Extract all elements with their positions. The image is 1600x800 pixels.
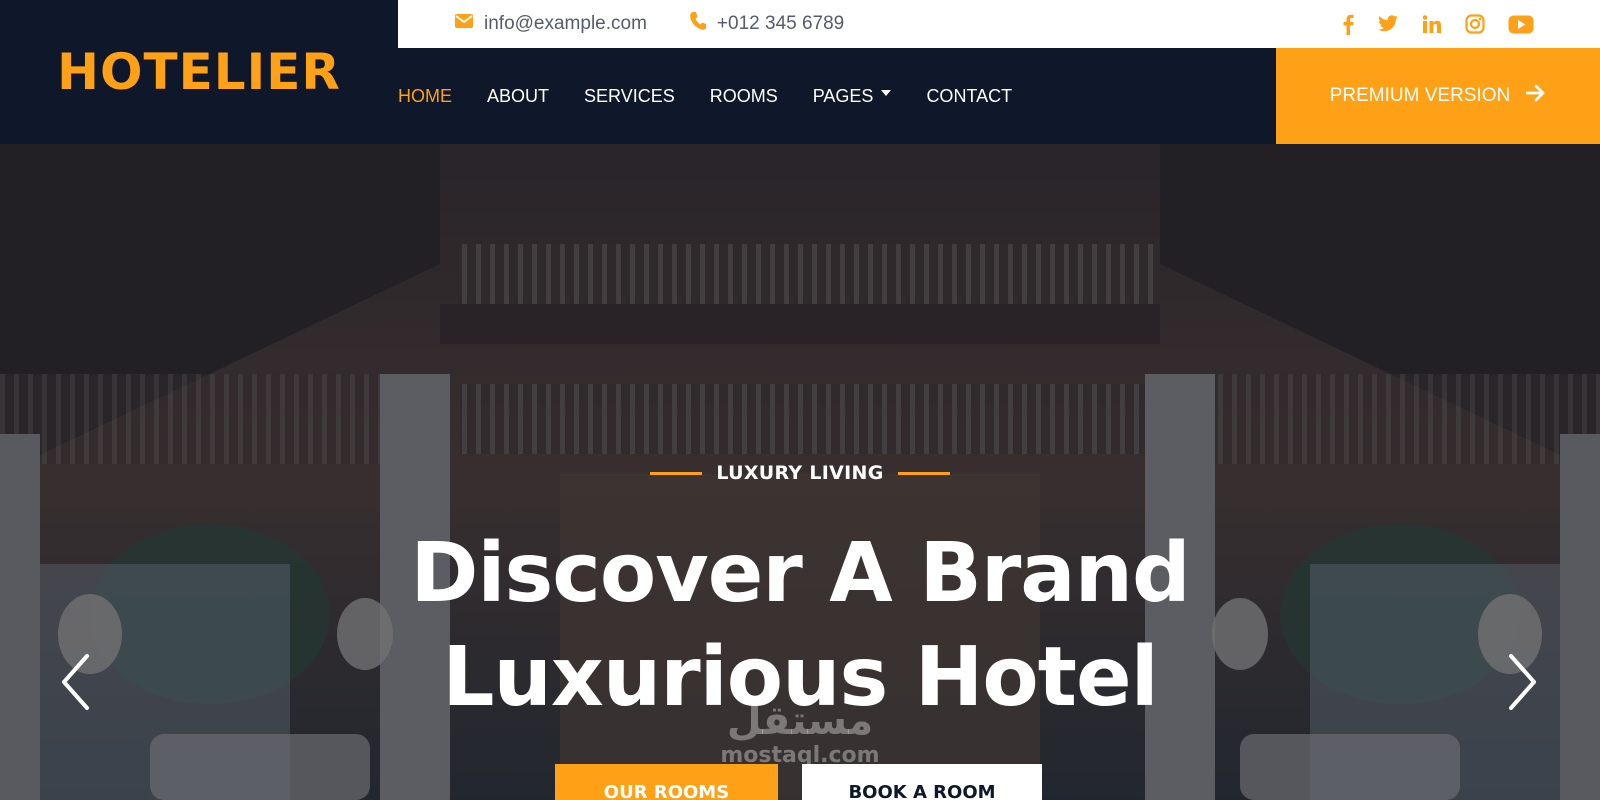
youtube-icon[interactable] xyxy=(1508,12,1534,36)
carousel-next-button[interactable] xyxy=(1498,653,1548,716)
nav-item-home[interactable]: HOME xyxy=(398,86,452,107)
instagram-icon[interactable] xyxy=(1465,12,1485,36)
watermark: مستقل mostaql.com xyxy=(700,699,900,769)
chevron-right-icon xyxy=(1507,653,1539,716)
arrow-right-icon xyxy=(1510,84,1546,108)
watermark-logo: مستقل xyxy=(726,698,874,744)
phone-text: +012 345 6789 xyxy=(716,13,845,34)
facebook-icon[interactable] xyxy=(1342,12,1354,36)
eyebrow-text: LUXURY LIVING xyxy=(716,462,884,484)
hero-eyebrow: LUXURY LIVING xyxy=(0,462,1600,484)
our-rooms-button[interactable]: OUR ROOMS xyxy=(555,764,778,800)
hero-carousel: LUXURY LIVING Discover A Brand Luxurious… xyxy=(0,144,1600,800)
eyebrow-line-right xyxy=(897,471,950,475)
eyebrow-line-left xyxy=(650,471,703,475)
contact-phone: +012 345 6789 xyxy=(689,11,844,37)
email-text: info@example.com xyxy=(484,13,647,34)
headline-line-1: Discover A Brand xyxy=(410,526,1190,621)
nav-item-pages[interactable]: PAGES xyxy=(813,86,892,107)
twitter-icon[interactable] xyxy=(1377,12,1399,36)
carousel-prev-button[interactable] xyxy=(50,653,100,716)
linkedin-icon[interactable] xyxy=(1422,12,1442,36)
book-a-room-button[interactable]: BOOK A ROOM xyxy=(802,764,1042,800)
main-nav: HOME ABOUT SERVICES ROOMS PAGES CONTACT xyxy=(398,48,1276,144)
social-links xyxy=(1342,12,1534,36)
nav-item-rooms[interactable]: ROOMS xyxy=(710,86,778,107)
top-bar: info@example.com +012 345 6789 xyxy=(398,0,1600,48)
caret-down-icon xyxy=(881,90,892,96)
phone-icon xyxy=(689,11,717,37)
chevron-left-icon xyxy=(59,653,91,716)
nav-item-pages-label: PAGES xyxy=(812,85,874,106)
envelope-icon xyxy=(454,13,484,35)
brand-block[interactable]: HOTELIER xyxy=(0,0,398,144)
premium-label: PREMIUM VERSION xyxy=(1329,85,1511,106)
nav-item-contact[interactable]: CONTACT xyxy=(926,86,1012,107)
nav-item-about[interactable]: ABOUT xyxy=(487,86,549,107)
nav-item-services[interactable]: SERVICES xyxy=(584,86,675,107)
premium-version-button[interactable]: PREMIUM VERSION xyxy=(1276,48,1600,144)
brand-logo[interactable]: HOTELIER xyxy=(57,43,341,101)
contact-email: info@example.com xyxy=(454,13,647,35)
